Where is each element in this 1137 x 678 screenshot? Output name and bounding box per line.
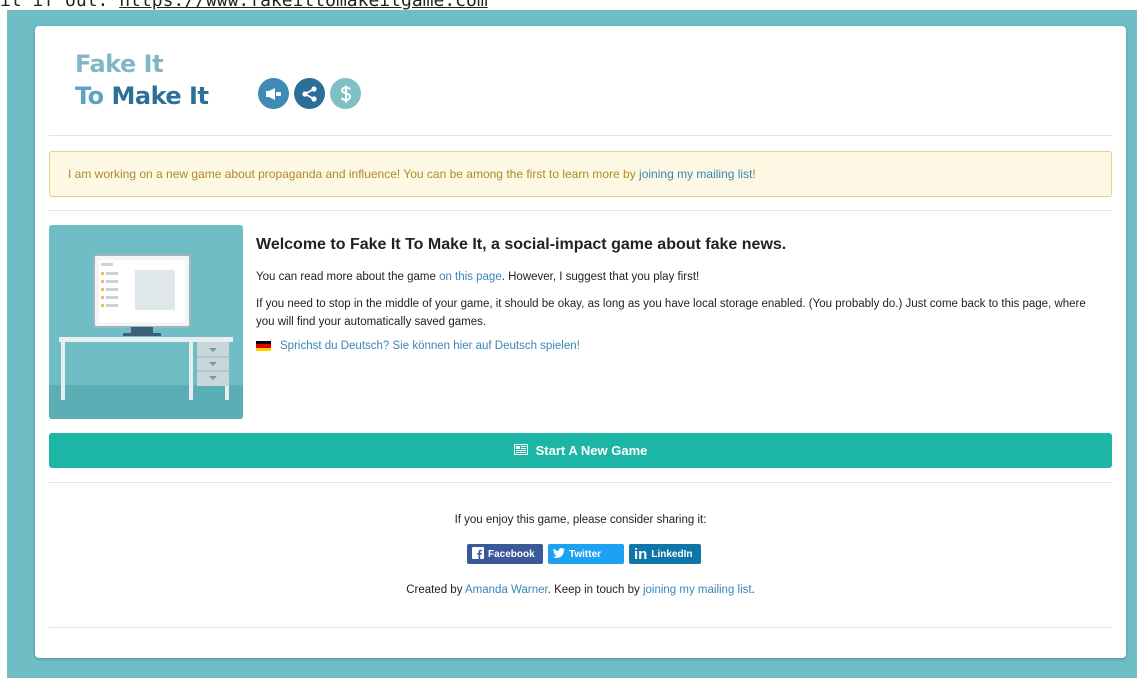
credits-after: .	[751, 584, 755, 596]
share-buttons: Facebook Twitter in LinkedIn	[467, 544, 701, 564]
twitter-label: Twitter	[569, 548, 602, 560]
mailing-list-notice: I am working on a new game about propaga…	[49, 151, 1112, 197]
top-url-line: it if out: https://www.fakeittomakeitgam…	[0, 0, 488, 11]
credits-middle: . Keep in touch by	[547, 584, 643, 596]
desk-illustration	[49, 225, 243, 419]
dollar-icon[interactable]	[330, 78, 361, 109]
twitter-icon	[553, 547, 565, 561]
facebook-icon	[472, 546, 484, 562]
notice-message: I am working on a new game about propaga…	[68, 167, 640, 181]
intro-paragraph-2: If you need to stop in the middle of you…	[256, 298, 1086, 328]
start-new-game-button[interactable]: Start A New Game	[49, 433, 1112, 468]
german-version-link[interactable]: Sprichst du Deutsch? Sie können hier auf…	[280, 340, 580, 352]
footer-mailing-list-link[interactable]: joining my mailing list	[643, 584, 752, 596]
divider	[49, 210, 1112, 211]
twitter-share-button[interactable]: Twitter	[548, 544, 624, 564]
german-version-row: Sprichst du Deutsch? Sie können hier auf…	[256, 340, 1106, 352]
newspaper-icon	[513, 443, 528, 458]
credits-before: Created by	[406, 584, 466, 596]
german-flag-icon	[256, 341, 271, 351]
facebook-share-button[interactable]: Facebook	[467, 544, 543, 564]
logo-line-1: Fake It	[75, 50, 164, 78]
logo-line-2b: Make It	[111, 82, 209, 110]
about-page-link[interactable]: on this page	[439, 271, 502, 283]
share-icon[interactable]	[294, 78, 325, 109]
intro-section: Welcome to Fake It To Make It, a social-…	[256, 236, 1106, 352]
linkedin-label: LinkedIn	[651, 548, 693, 560]
author-link[interactable]: Amanda Warner	[465, 584, 548, 596]
header-icon-group	[258, 78, 361, 109]
start-new-game-label: Start A New Game	[535, 443, 648, 458]
facebook-label: Facebook	[488, 548, 535, 560]
intro-p1-after: . However, I suggest that you play first…	[501, 271, 700, 283]
linkedin-icon: in	[634, 545, 648, 563]
share-prompt: If you enjoy this game, please consider …	[454, 514, 707, 526]
linkedin-share-button[interactable]: in LinkedIn	[629, 544, 701, 564]
divider	[49, 627, 1112, 628]
intro-paragraph-1: You can read more about the game on this…	[256, 268, 1106, 286]
intro-p1-before: You can read more about the game	[256, 271, 440, 283]
logo-line-2: To Make It	[75, 80, 209, 112]
divider	[49, 482, 1112, 483]
credits-line: Created by Amanda Warner. Keep in touch …	[35, 584, 1126, 596]
notice-text: I am working on a new game about propaga…	[68, 167, 756, 181]
notice-suffix: !	[752, 167, 756, 181]
main-card: Fake It To Make It I am working on a new…	[35, 26, 1126, 658]
logo-line-2a: To	[75, 82, 112, 110]
divider	[49, 135, 1112, 136]
site-logo[interactable]: Fake It To Make It	[75, 48, 209, 112]
megaphone-icon[interactable]	[258, 78, 289, 109]
notice-mailing-list-link[interactable]: joining my mailing list	[639, 167, 752, 181]
intro-title: Welcome to Fake It To Make It, a social-…	[256, 236, 787, 253]
